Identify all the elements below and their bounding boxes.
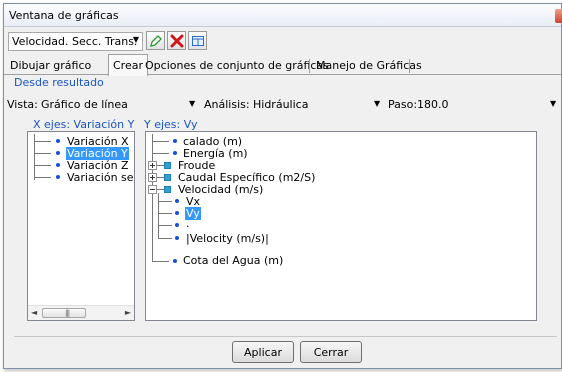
tree-line: [157, 165, 164, 166]
title-bar: Ventana de gráficas: [4, 4, 562, 27]
chevron-down-icon: ▼: [550, 99, 557, 108]
tab-opciones-conjunto[interactable]: Opciones de conjunto de gráficas: [141, 57, 333, 75]
tree-line: [157, 177, 164, 178]
tree-line: [158, 213, 172, 214]
tab-bar: Dibujar gráfico Crear Opciones de conjun…: [4, 54, 561, 76]
analisis-label: Análisis:: [204, 98, 250, 111]
tab-divider: [309, 59, 310, 73]
tree-line: [34, 177, 51, 178]
y-axis-title: Y ejes: Vy: [144, 118, 198, 131]
tree-line: [157, 189, 164, 190]
close-icon[interactable]: [555, 9, 562, 23]
edit-icon: [150, 35, 162, 47]
tree-line: [34, 153, 51, 154]
chevron-down-icon: ▼: [189, 99, 196, 108]
folder-icon: [164, 162, 171, 169]
folder-icon: [164, 174, 171, 181]
tree-line: [34, 165, 51, 166]
graphs-window: Ventana de gráficas Velocidad. Secc. Tra…: [3, 3, 562, 369]
expand-icon[interactable]: [148, 173, 157, 182]
scroll-right-icon[interactable]: ►: [125, 308, 131, 317]
tree-line: [152, 153, 169, 154]
scroll-left-icon[interactable]: ◄: [31, 308, 37, 317]
bullet-icon: [56, 175, 60, 179]
graph-set-combo[interactable]: Velocidad. Secc. Trans. ▼: [8, 32, 143, 51]
bullet-icon: [173, 259, 177, 263]
bullet-icon: [175, 223, 179, 227]
apply-button[interactable]: Aplicar: [232, 341, 294, 363]
scroll-thumb[interactable]: [42, 308, 86, 318]
options-row: Vista: Gráfico de línea ▼ Análisis: Hidr…: [4, 92, 561, 114]
x-item-variacion-segu[interactable]: Variación segu: [67, 171, 133, 184]
bullet-icon: [175, 199, 179, 203]
paso-value: 180.0: [417, 98, 449, 111]
bullet-icon: [175, 236, 179, 240]
vista-value: Gráfico de línea: [41, 98, 128, 111]
vista-label: Vista:: [7, 98, 38, 111]
chevron-down-icon: ▼: [374, 99, 381, 108]
tree-line: [152, 141, 169, 142]
toolbar: Velocidad. Secc. Trans. ▼: [4, 27, 561, 54]
bullet-icon: [56, 163, 60, 167]
chevron-down-icon: ▼: [132, 35, 139, 44]
x-axis-list[interactable]: Variación X Variación Y Variación Z Vari…: [27, 131, 135, 321]
y-item-dot[interactable]: .: [186, 217, 190, 230]
graph-set-value: Velocidad. Secc. Trans.: [12, 35, 138, 48]
y-item-cota[interactable]: Cota del Agua (m): [183, 254, 283, 267]
y-item-velocity-abs[interactable]: |Velocity (m/s)|: [186, 232, 269, 245]
tree-line: [158, 193, 159, 239]
bullet-icon: [175, 211, 179, 215]
grip-icon: |||: [65, 309, 70, 317]
expand-icon[interactable]: [148, 161, 157, 170]
tree-line: [158, 238, 172, 239]
y-axis-tree[interactable]: calado (m) Energía (m) Froude Caudal Esp…: [145, 131, 537, 321]
tab-divider: [409, 59, 410, 73]
close-button[interactable]: Cerrar: [300, 341, 362, 363]
bullet-icon: [173, 139, 177, 143]
divider: [14, 336, 557, 337]
window-title: Ventana de gráficas: [9, 9, 119, 22]
delete-icon: [170, 34, 184, 48]
bullet-icon: [56, 139, 60, 143]
tree-line: [158, 225, 172, 226]
x-axis-title: X ejes: Variación Y: [33, 118, 135, 131]
tree-line: [34, 141, 51, 142]
horizontal-scrollbar[interactable]: ◄ ||| ►: [28, 305, 134, 320]
tab-dibujar-grafico[interactable]: Dibujar gráfico: [6, 57, 95, 75]
tree-line: [152, 261, 169, 262]
window-icon: [192, 36, 204, 46]
analisis-value: Hidráulica: [253, 98, 309, 111]
window-button[interactable]: [188, 31, 207, 50]
bullet-icon: [173, 151, 177, 155]
edit-button[interactable]: [146, 31, 165, 50]
delete-button[interactable]: [167, 31, 186, 50]
paso-label: Paso:: [388, 98, 418, 111]
group-label: Desde resultado: [14, 76, 104, 89]
bullet-icon: [56, 151, 60, 155]
tree-line: [158, 201, 172, 202]
folder-icon: [164, 186, 171, 193]
collapse-icon[interactable]: [148, 185, 157, 194]
